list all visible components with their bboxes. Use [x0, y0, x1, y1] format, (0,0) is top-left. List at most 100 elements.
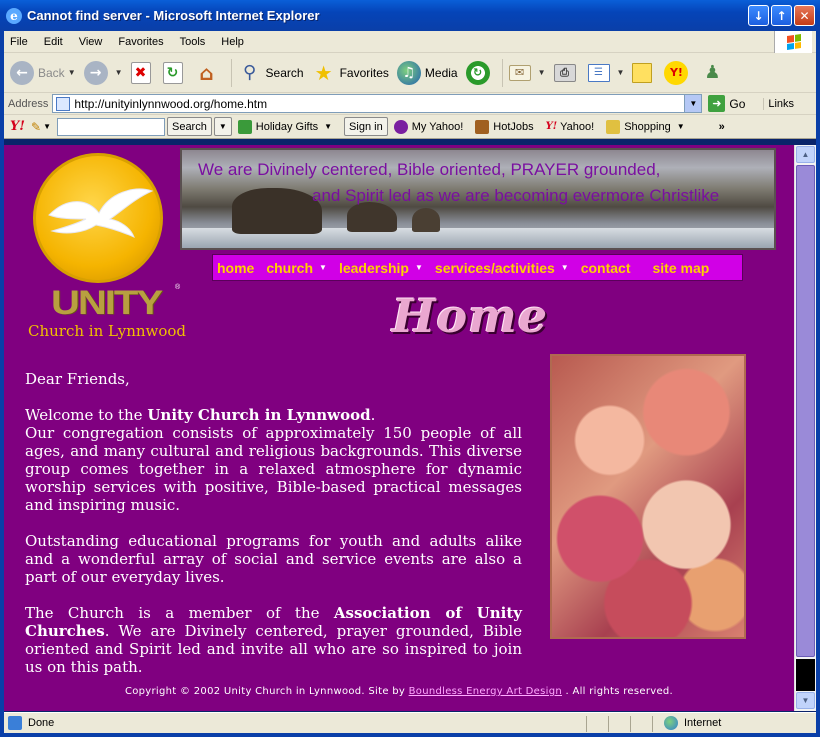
hotjobs-button[interactable]: HotJobs	[475, 119, 534, 134]
maximize-button[interactable]: ↑	[771, 5, 792, 26]
church-name: Church in Lynnwood	[28, 322, 187, 340]
holiday-gifts-button[interactable]: Holiday Gifts ▼	[237, 119, 332, 134]
scroll-down-icon[interactable]: ▼	[796, 692, 815, 709]
print-button[interactable]: ⎙	[553, 63, 580, 82]
go-arrow-icon: ➜	[708, 95, 726, 112]
search-button[interactable]: ⚲ Search	[238, 61, 304, 85]
vertical-scrollbar[interactable]: ▲ ▼	[794, 145, 816, 711]
ie-icon: e	[6, 7, 22, 24]
gift-icon	[237, 119, 252, 134]
nav-church[interactable]: church ▼	[266, 260, 327, 276]
minimize-button[interactable]: ↓	[748, 5, 769, 26]
yahoo-messenger-button[interactable]: Y!	[664, 60, 692, 85]
address-label: Address	[8, 97, 49, 110]
title-bar: e Cannot find server - Microsoft Interne…	[0, 0, 820, 31]
congregation-text: Our congregation consists of approximate…	[25, 424, 522, 514]
back-arrow-icon: ←	[10, 60, 34, 85]
links-button[interactable]: Links	[763, 97, 794, 110]
designer-link[interactable]: Boundless Energy Art Design	[409, 686, 562, 697]
toolbar-separator	[501, 58, 503, 87]
back-button[interactable]: ← Back ▼	[10, 60, 76, 85]
nav-site-map[interactable]: site map	[653, 260, 710, 276]
favorites-button[interactable]: ★ Favorites	[312, 61, 389, 85]
my-yahoo-label: My Yahoo!	[411, 120, 464, 133]
page-viewport: UNITY ® Church in Lynnwood We are Divine…	[4, 145, 794, 711]
edit-button[interactable]: ☰ ▼	[587, 63, 624, 82]
copyright-text: Copyright © 2002 Unity Church in Lynnwoo…	[124, 686, 409, 697]
caret-down-icon: ▼	[319, 263, 327, 272]
window-frame-bottom	[0, 733, 820, 737]
menu-bar: File Edit View Favorites Tools Help	[4, 31, 816, 53]
forward-button[interactable]: → ▼	[83, 60, 123, 85]
unity-wordmark: UNITY	[51, 284, 163, 322]
sign-in-button[interactable]: Sign in	[344, 117, 388, 136]
yahoo-button[interactable]: Y! Yahoo!	[546, 121, 595, 133]
menu-view[interactable]: View	[79, 36, 103, 48]
address-dropdown-icon[interactable]: ▼	[684, 95, 702, 112]
address-input[interactable]: http://unityinlynnwood.org/home.htm ▼	[52, 94, 703, 113]
media-button[interactable]: ♫ Media	[396, 60, 458, 85]
home-icon: ⌂	[199, 60, 214, 85]
toolbar-overflow-chevron-icon[interactable]: »	[719, 121, 725, 133]
home-button[interactable]: ⌂	[195, 61, 223, 85]
banner-line-2: and Spirit led as we are becoming evermo…	[312, 186, 720, 205]
browser-chrome: File Edit View Favorites Tools Help ← Ba…	[4, 31, 816, 139]
refresh-button[interactable]: ↻	[162, 61, 187, 84]
nav-services-label: services/activities	[434, 259, 555, 276]
nav-services-activities[interactable]: services/activities ▼	[435, 260, 569, 276]
copyright-footer: Copyright © 2002 Unity Church in Lynnwoo…	[4, 686, 794, 697]
yahoo-messenger-icon: Y!	[664, 60, 689, 85]
my-yahoo-button[interactable]: My Yahoo!	[393, 119, 464, 134]
note-icon	[632, 62, 653, 83]
scroll-track-gap	[796, 659, 815, 691]
pencil-icon[interactable]: ✎	[31, 120, 41, 134]
scroll-up-icon[interactable]: ▲	[796, 146, 815, 163]
history-button[interactable]: ↻	[465, 60, 494, 85]
menu-file[interactable]: File	[10, 36, 28, 48]
greeting: Dear Friends,	[25, 370, 130, 388]
edit-page-icon: ☰	[587, 63, 610, 82]
yahoo-toolbar: Y! ✎ ▼ Search ▼ Holiday Gifts ▼ Sign in My…	[4, 115, 816, 139]
paragraph-welcome: Welcome to the Unity Church in Lynnwood.…	[25, 406, 522, 514]
go-button[interactable]: ➜ Go	[708, 95, 745, 112]
nav-contact[interactable]: contact	[581, 260, 631, 276]
discuss-button[interactable]	[632, 62, 656, 83]
dove-icon	[48, 188, 154, 238]
page-status-icon	[8, 716, 22, 730]
caret-down-icon: ▼	[414, 263, 423, 272]
briefcase-icon	[475, 119, 490, 134]
nav-leadership[interactable]: leadership ▼	[339, 260, 423, 276]
menu-edit[interactable]: Edit	[44, 36, 63, 48]
yahoo-search-input[interactable]	[56, 117, 165, 136]
stop-button[interactable]: ✖	[130, 61, 155, 84]
site-nav: home church ▼ leadership ▼ services/activi…	[212, 254, 743, 281]
church-name-bold: Unity Church in Lynnwood	[147, 406, 371, 424]
nav-contact-label: contact	[580, 259, 631, 276]
nav-home[interactable]: home	[217, 260, 254, 276]
window-title: Cannot find server - Microsoft Internet …	[27, 8, 320, 23]
menu-favorites[interactable]: Favorites	[118, 36, 163, 48]
yahoo-logo-icon[interactable]: Y!	[10, 119, 25, 134]
security-zone: Internet	[664, 716, 721, 730]
welcome-text: Dear Friends, Welcome to the Unity Churc…	[25, 370, 522, 694]
mail-icon: ✉	[508, 64, 531, 81]
hotjobs-label: HotJobs	[493, 120, 534, 133]
banner-rock	[347, 202, 397, 232]
messenger-button[interactable]: ♟	[700, 61, 728, 85]
yahoo-search-dropdown[interactable]: ▼	[213, 117, 232, 136]
menu-tools[interactable]: Tools	[180, 36, 206, 48]
menu-help[interactable]: Help	[221, 36, 244, 48]
zone-label: Internet	[684, 717, 722, 729]
mail-button[interactable]: ✉ ▼	[508, 64, 546, 81]
scroll-thumb[interactable]	[796, 165, 815, 657]
shopping-button[interactable]: Shopping ▼	[606, 119, 685, 134]
forward-arrow-icon: →	[83, 60, 108, 85]
shopping-label: Shopping	[624, 120, 671, 133]
autumn-leaves-image	[550, 354, 746, 639]
windows-logo-icon	[774, 31, 812, 53]
yahoo-search-button[interactable]: Search	[166, 117, 212, 136]
page-title: Home	[392, 289, 549, 343]
yahoo-label: Yahoo!	[560, 120, 595, 133]
close-button[interactable]: ✕	[794, 5, 815, 26]
status-text: Done	[28, 717, 55, 729]
